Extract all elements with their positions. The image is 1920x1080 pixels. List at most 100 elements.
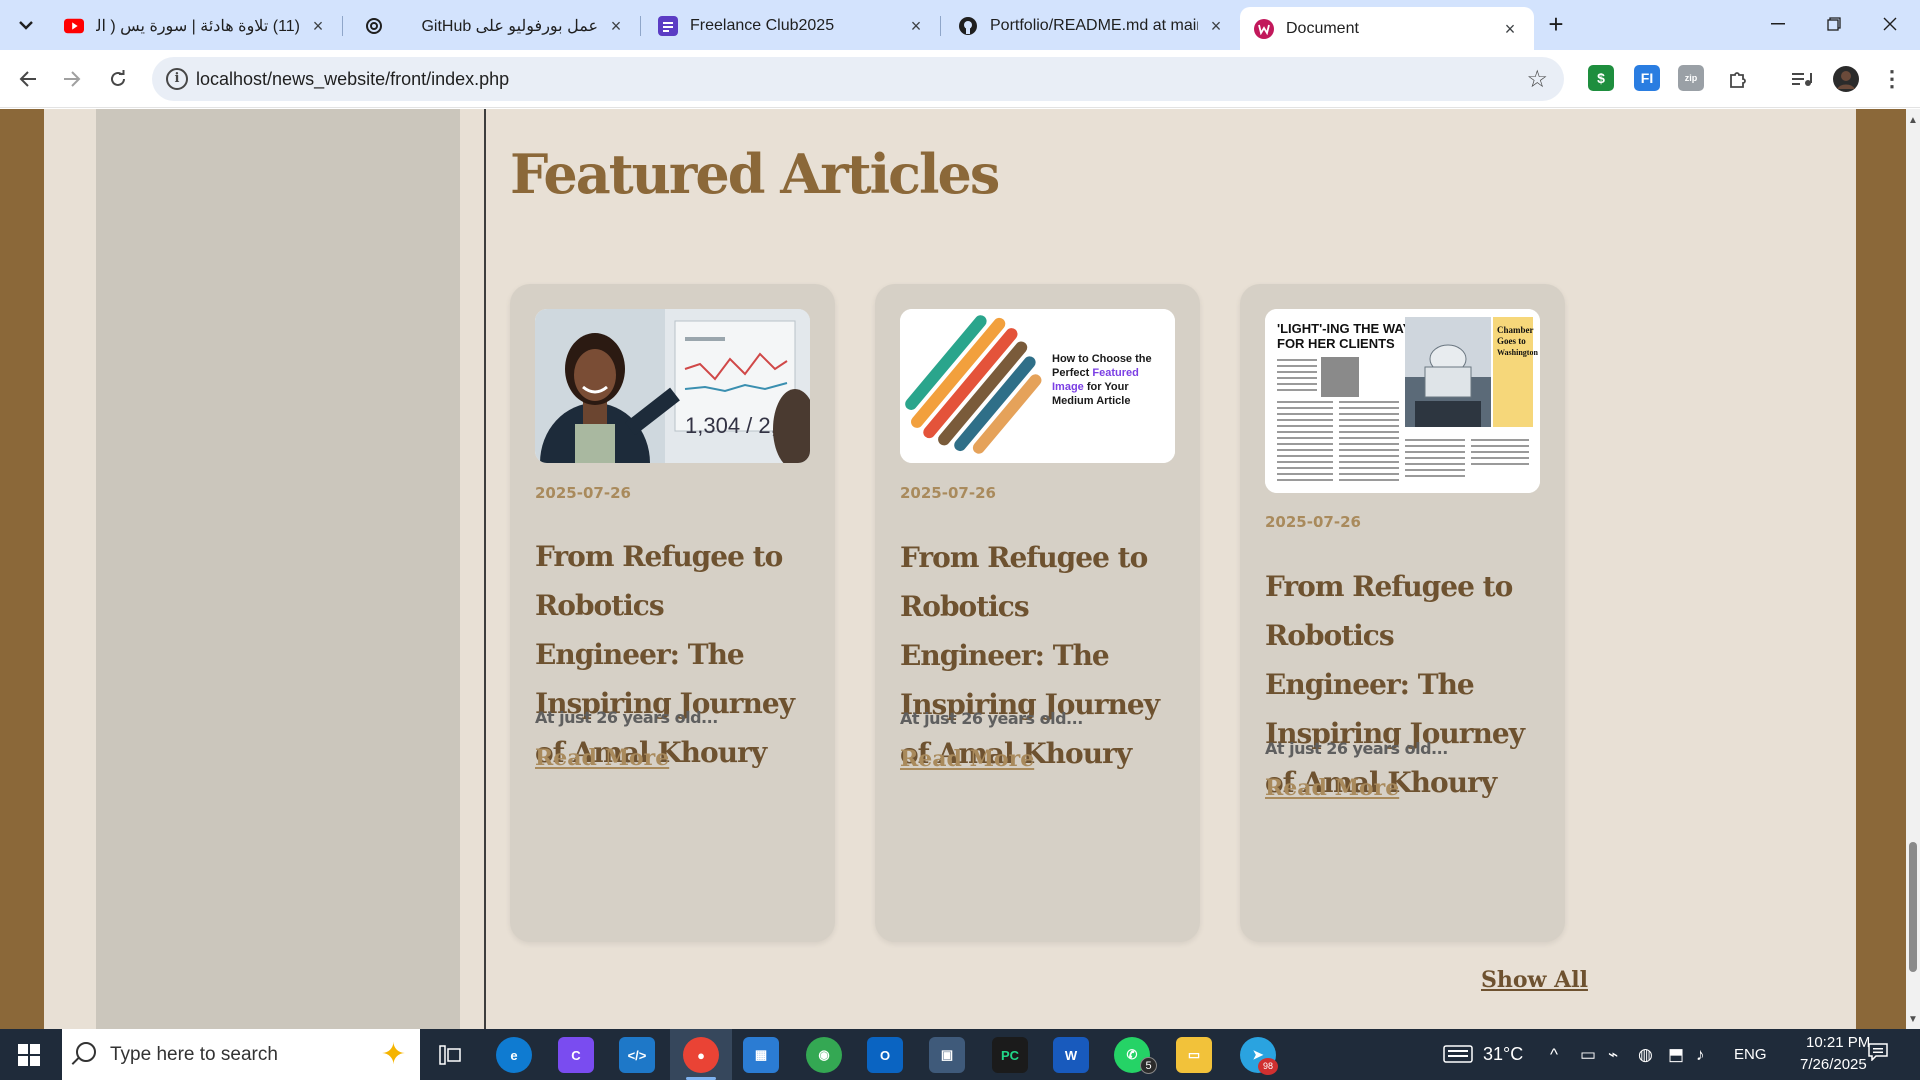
windows-taskbar: Type here to search ✦ e C </> ● ▦ ◉ O ▣ …: [0, 1029, 1920, 1080]
featured-articles-title: Featured Articles: [510, 142, 1000, 206]
chrome-icon[interactable]: ◉: [806, 1037, 842, 1073]
weather-icon[interactable]: [1443, 1045, 1473, 1068]
address-bar[interactable]: i localhost/news_website/front/index.php…: [152, 57, 1564, 101]
tab-title: Freelance Club2025: [690, 16, 835, 34]
zip-extension-icon[interactable]: zip: [1678, 65, 1704, 91]
profile-avatar[interactable]: [1830, 63, 1862, 95]
address-bar-url[interactable]: localhost/news_website/front/index.php: [196, 69, 509, 90]
scroll-down-arrow-icon[interactable]: ▼: [1908, 1014, 1918, 1025]
file-explorer-icon[interactable]: ▭: [1176, 1037, 1212, 1073]
windows-start-icon[interactable]: [18, 1044, 40, 1066]
extensions-puzzle-icon[interactable]: [1722, 63, 1754, 95]
copilot-icon[interactable]: C: [558, 1037, 594, 1073]
site-info-icon[interactable]: i: [166, 68, 188, 90]
page-scrollbar[interactable]: ▲ ▼: [1906, 109, 1920, 1029]
youtube-icon: [64, 16, 84, 36]
show-all-link[interactable]: Show All: [1481, 967, 1588, 993]
temperature-text[interactable]: 31°C: [1483, 1044, 1523, 1065]
close-tab-icon[interactable]: ×: [1206, 16, 1226, 36]
close-window-button[interactable]: [1868, 8, 1912, 40]
task-view-icon[interactable]: [432, 1037, 468, 1073]
battery-icon[interactable]: ▭: [1580, 1045, 1596, 1065]
thumbnail-title-part: Perfect: [1052, 367, 1090, 379]
browser-menu-icon[interactable]: ⋮: [1876, 63, 1908, 95]
svg-text:Perfect Featured: Perfect Featured: [1052, 367, 1139, 379]
taskbar-search-box[interactable]: Type here to search ✦: [62, 1029, 420, 1080]
edge-icon[interactable]: e: [496, 1037, 532, 1073]
outlook-icon[interactable]: O: [867, 1037, 903, 1073]
article-card: 'LIGHT'-ING THE WAY FOR HER CLIENTS Cham…: [1240, 284, 1565, 942]
thumbnail-title-part: Featured: [1092, 367, 1138, 379]
tab-document[interactable]: Document ×: [1240, 7, 1534, 50]
thumbnail-title-part: for Your: [1087, 381, 1129, 393]
volume-icon[interactable]: ♪: [1696, 1045, 1705, 1065]
article-thumbnail[interactable]: 'LIGHT'-ING THE WAY FOR HER CLIENTS Cham…: [1265, 309, 1540, 493]
tab-title: عمل بورفوليو على GitHub: [421, 17, 598, 35]
restore-button[interactable]: [1812, 8, 1856, 40]
minimize-button[interactable]: [1756, 8, 1800, 40]
globe-icon[interactable]: ◍: [1638, 1045, 1653, 1065]
pycharm-icon[interactable]: PC: [992, 1037, 1028, 1073]
show-hidden-icons-chevron-icon[interactable]: ^: [1550, 1045, 1558, 1065]
thumbnail-title-line-4: Medium Article: [1052, 395, 1130, 407]
article-excerpt: At just 26 years old...: [535, 708, 718, 727]
tab-search-chevron-icon[interactable]: [12, 11, 40, 39]
close-tab-icon[interactable]: ×: [906, 16, 926, 36]
tab-github-portfolio-ar[interactable]: عمل بورفوليو على GitHub ×: [350, 7, 640, 44]
tab-title: Document: [1286, 19, 1359, 37]
article-headline[interactable]: From Refugee to Robotics Engineer: The I…: [1265, 562, 1545, 807]
clock-date[interactable]: 7/26/2025: [1800, 1056, 1867, 1073]
article-headline[interactable]: From Refugee to Robotics Engineer: The I…: [900, 533, 1180, 778]
close-tab-icon[interactable]: ×: [606, 16, 626, 36]
page-viewport: Featured Articles 1,304 / 2,000 2025-07-…: [0, 109, 1906, 1029]
close-tab-icon[interactable]: ×: [308, 16, 328, 36]
tab-github-readme[interactable]: Portfolio/README.md at main · ×: [944, 7, 1240, 44]
input-language[interactable]: ENG: [1734, 1046, 1767, 1063]
svg-text:Image for Your: Image for Your: [1052, 381, 1129, 393]
dollar-extension-icon[interactable]: $: [1588, 65, 1614, 91]
read-more-link[interactable]: Read More: [1265, 775, 1399, 801]
github-icon: [958, 16, 978, 36]
page-sidebar: [96, 109, 460, 1029]
word-icon[interactable]: W: [1053, 1037, 1089, 1073]
forward-arrow-icon[interactable]: [56, 63, 88, 95]
document-icon: [1254, 18, 1274, 39]
taskbar-search-placeholder: Type here to search: [110, 1044, 278, 1065]
scroll-up-arrow-icon[interactable]: ▲: [1908, 115, 1918, 126]
network-icon[interactable]: ⌁: [1608, 1045, 1618, 1065]
photos-icon[interactable]: ▣: [929, 1037, 965, 1073]
tab-separator: [640, 16, 641, 36]
browser-toolbar: i localhost/news_website/front/index.php…: [0, 50, 1920, 108]
section-divider: [484, 109, 486, 1029]
chrome-active-icon[interactable]: ●: [683, 1037, 719, 1073]
thumbnail-title-part: Image: [1052, 381, 1084, 393]
location-icon[interactable]: ⬒: [1668, 1045, 1684, 1065]
notes-icon: [658, 15, 678, 36]
microsoft-store-icon[interactable]: ▦: [743, 1037, 779, 1073]
scrollbar-thumb[interactable]: [1909, 842, 1917, 972]
clock-time[interactable]: 10:21 PM: [1806, 1034, 1870, 1051]
tab-freelance-club[interactable]: Freelance Club2025 ×: [644, 7, 940, 44]
clipping-headline-line-1: 'LIGHT'-ING THE WAY: [1277, 321, 1412, 336]
chatgpt-icon: [364, 16, 384, 36]
article-excerpt: At just 26 years old...: [900, 709, 1083, 728]
fi-extension-icon[interactable]: FI: [1634, 65, 1660, 91]
close-tab-icon[interactable]: ×: [1500, 19, 1520, 39]
article-card: How to Choose the Perfect Featured Image…: [875, 284, 1200, 942]
article-headline[interactable]: From Refugee to Robotics Engineer: The I…: [535, 532, 815, 777]
article-thumbnail[interactable]: 1,304 / 2,000: [535, 309, 810, 463]
vscode-icon[interactable]: </>: [619, 1037, 655, 1073]
notifications-icon[interactable]: [1868, 1043, 1888, 1066]
read-more-link[interactable]: Read More: [900, 746, 1034, 772]
whatsapp-notification-badge: 5: [1140, 1057, 1157, 1074]
back-arrow-icon[interactable]: [12, 63, 44, 95]
clipping-sidebar-line-2: Goes to: [1497, 336, 1526, 346]
bookmark-star-icon[interactable]: ☆: [1526, 65, 1548, 94]
tab-youtube[interactable]: (11) تلاوة هادئة | سورة يس ( القار ×: [50, 7, 342, 44]
reload-icon[interactable]: [102, 63, 134, 95]
media-controls-icon[interactable]: [1786, 63, 1818, 95]
new-tab-button[interactable]: +: [1542, 11, 1570, 39]
article-thumbnail[interactable]: How to Choose the Perfect Featured Image…: [900, 309, 1175, 463]
read-more-link[interactable]: Read More: [535, 745, 669, 771]
article-excerpt: At just 26 years old...: [1265, 739, 1448, 758]
